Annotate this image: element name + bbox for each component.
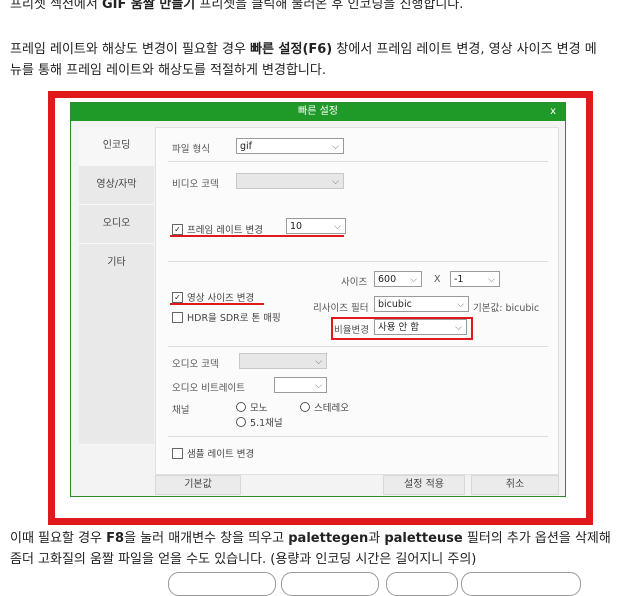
divider	[168, 346, 548, 347]
size-x-label: X	[434, 274, 441, 285]
chevron-down-icon: ⌵	[332, 142, 339, 152]
audio-codec-select[interactable]: ⌵	[239, 353, 327, 369]
samplerate-checkbox[interactable]: 샘플 레이트 변경	[172, 446, 254, 460]
resize-underline	[170, 303, 264, 305]
intro-line-1: 프리셋 섹션에서 GIF 움짤 만들기 프리셋을 클릭해 불러온 후 인코딩을 …	[10, 0, 464, 12]
framerate-underline	[170, 235, 344, 237]
divider	[168, 436, 548, 437]
tab-video-subtitle[interactable]: 영상/자막	[79, 166, 154, 205]
resize-filter-label: 리사이즈 필터	[313, 303, 369, 314]
samplerate-label: 샘플 레이트 변경	[187, 449, 255, 460]
tag-pill[interactable]	[281, 572, 379, 596]
framerate-checkbox[interactable]: ✓ 프레임 레이트 변경	[172, 222, 263, 236]
outro-line-2: 좀더 고화질의 움짤 파일을 얻을 수도 있습니다. (용량과 인코딩 시간은 …	[10, 552, 477, 567]
size-width-select[interactable]: 600 ⌵	[374, 271, 422, 287]
ratio-value: 사용 안 함	[378, 322, 419, 333]
tag-pill[interactable]	[168, 572, 276, 596]
resize-filter-value: bicubic	[378, 299, 412, 310]
resize-checkbox[interactable]: ✓ 영상 사이즈 변경	[172, 290, 254, 304]
framerate-label: 프레임 레이트 변경	[187, 225, 263, 236]
chevron-down-icon: ⌵	[455, 323, 462, 333]
file-format-label: 파일 형식	[172, 144, 210, 155]
framerate-value: 10	[290, 221, 303, 232]
checkbox-check-icon: ✓	[172, 223, 183, 235]
file-format-select[interactable]: gif ⌵	[236, 138, 344, 154]
radio-circle	[236, 402, 246, 412]
video-codec-label: 비디오 코덱	[172, 179, 219, 190]
resize-label: 영상 사이즈 변경	[187, 293, 255, 304]
channel-stereo-radio[interactable]: 스테레오	[300, 400, 349, 414]
audio-codec-label: 오디오 코덱	[172, 359, 219, 370]
chevron-down-icon: ⌵	[334, 222, 341, 232]
audio-bitrate-select[interactable]: ⌵	[274, 377, 327, 393]
checkbox-box	[172, 311, 183, 323]
chevron-down-icon: ⌵	[410, 275, 417, 285]
size-width-value: 600	[378, 274, 397, 285]
hdr-tonemap-label: HDR을 SDR로 톤 매핑	[187, 313, 281, 324]
channel-stereo-label: 스테레오	[314, 403, 349, 414]
divider	[168, 161, 548, 162]
outro-line-1: 이때 필요할 경우 F8을 눌러 매개변수 창을 띄우고 palettegen과…	[10, 531, 611, 546]
checkbox-box	[172, 447, 183, 459]
settings-panel: 파일 형식 gif ⌵ 비디오 코덱 ⌵ ✓ 프레임 레이트 변경 10 ⌵ 사이즈 …	[155, 127, 559, 475]
intro-line-3: 뉴를 통해 프레임 레이트와 해상도를 적절하게 변경합니다.	[10, 63, 326, 78]
framerate-select[interactable]: 10 ⌵	[286, 218, 346, 234]
size-height-value: -1	[454, 274, 464, 285]
chevron-down-icon: ⌵	[488, 275, 495, 285]
video-codec-select[interactable]: ⌵	[236, 173, 344, 189]
ratio-label: 비율변경	[334, 325, 369, 336]
tab-encoding[interactable]: 인코딩	[79, 127, 154, 166]
channel-mono-label: 모노	[250, 403, 268, 414]
ratio-select[interactable]: 사용 안 함 ⌵	[374, 319, 467, 335]
size-height-select[interactable]: -1 ⌵	[450, 271, 500, 287]
file-format-value: gif	[240, 141, 253, 152]
hdr-tonemap-checkbox[interactable]: HDR을 SDR로 톤 매핑	[172, 310, 281, 324]
tab-audio[interactable]: 오디오	[79, 205, 154, 244]
audio-bitrate-label: 오디오 비트레이트	[172, 383, 245, 394]
resize-filter-select[interactable]: bicubic ⌵	[374, 296, 469, 312]
apply-button[interactable]: 설정 적용	[383, 475, 465, 495]
default-button[interactable]: 기본값	[155, 475, 241, 495]
divider	[168, 261, 548, 262]
dialog-titlebar: 빠른 설정 x	[71, 103, 565, 121]
dialog-title: 빠른 설정	[298, 106, 338, 117]
tab-etc[interactable]: 기타	[79, 244, 154, 445]
resize-default-note: 기본값: bicubic	[473, 303, 540, 314]
radio-circle	[236, 417, 246, 427]
cancel-button[interactable]: 취소	[471, 475, 559, 495]
tag-pill[interactable]	[386, 572, 458, 596]
close-icon[interactable]: x	[550, 103, 556, 121]
intro-line-2: 프레임 레이트와 해상도 변경이 필요할 경우 빠른 설정(F6) 창에서 프레…	[10, 42, 597, 57]
chevron-down-icon: ⌵	[332, 177, 339, 187]
chevron-down-icon: ⌵	[457, 300, 464, 310]
channel-51-radio[interactable]: 5.1채널	[236, 415, 283, 429]
checkbox-check-icon: ✓	[172, 291, 183, 303]
chevron-down-icon: ⌵	[315, 357, 322, 367]
channel-51-label: 5.1채널	[250, 418, 283, 429]
channel-label: 채널	[172, 405, 190, 416]
tag-pill[interactable]	[461, 572, 581, 596]
quick-settings-dialog: 빠른 설정 x 인코딩 영상/자막 오디오 기타 파일 형식 gif ⌵ 비디오 …	[70, 102, 566, 497]
radio-circle	[300, 402, 310, 412]
channel-mono-radio[interactable]: 모노	[236, 400, 267, 414]
size-label: 사이즈	[341, 277, 368, 288]
chevron-down-icon: ⌵	[315, 381, 322, 391]
